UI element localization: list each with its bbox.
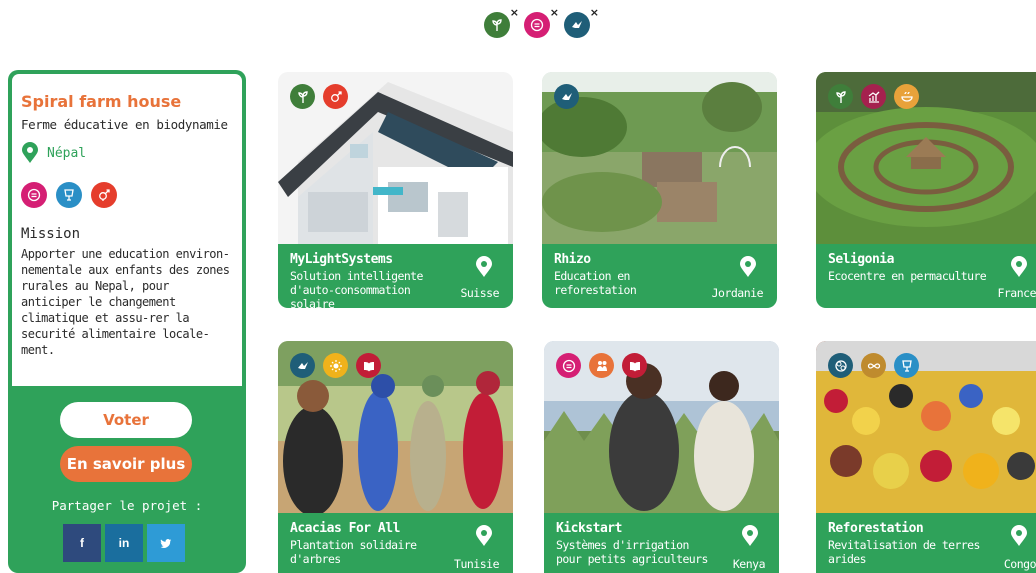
sun-icon [323, 353, 348, 378]
book-icon [622, 353, 647, 378]
twitter-bird-icon [160, 538, 172, 548]
project-card[interactable]: Reforestation Revitalisation de terres a… [816, 341, 1036, 573]
bowl-icon [894, 84, 919, 109]
project-info: Rhizo Education en reforestation Jordani… [542, 244, 777, 308]
sdg-filter-equality[interactable]: × [524, 6, 559, 38]
project-description: Revitalisation de terres arides [828, 538, 980, 566]
project-name: Seligonia [828, 252, 894, 267]
project-country: Congo [1003, 557, 1036, 571]
project-info: Acacias For All Plantation solidaire d'a… [278, 513, 513, 573]
infinity-icon [861, 353, 886, 378]
sdg-filter-growth[interactable]: × [484, 6, 519, 38]
bird-icon [554, 84, 579, 109]
project-detail-panel: Spiral farm house Ferme éducative en bio… [8, 70, 246, 573]
gender-icon [91, 182, 117, 208]
project-name: Acacias For All [290, 521, 400, 536]
project-country: Népal [47, 145, 87, 161]
location-pin-icon [22, 142, 38, 163]
learn-more-button[interactable]: En savoir plus [60, 446, 192, 482]
cup-icon [56, 182, 82, 208]
project-title: Spiral farm house [21, 92, 182, 111]
location-pin-icon [740, 256, 756, 277]
bird-icon [572, 21, 582, 28]
project-sdg-badges [554, 84, 579, 109]
project-sdg-badges [556, 353, 647, 378]
sprout-icon [828, 84, 853, 109]
project-description: Ecocentre en permaculture [828, 269, 987, 283]
project-description: Education en reforestation [554, 269, 637, 297]
remove-filter-icon[interactable]: × [550, 6, 559, 19]
share-buttons: f in [63, 524, 189, 562]
location-pin-icon [1011, 525, 1027, 546]
project-name: Kickstart [556, 521, 622, 536]
project-sdg-badges [828, 84, 919, 109]
location-pin-icon [476, 256, 492, 277]
sprout-icon [492, 19, 502, 31]
globe-icon [828, 353, 853, 378]
chart-icon [861, 84, 886, 109]
bird-icon [290, 353, 315, 378]
project-name: Rhizo [554, 252, 591, 267]
gender-icon [323, 84, 348, 109]
project-info: Seligonia Ecocentre en permaculture Fran… [816, 244, 1036, 308]
project-info: Kickstart Systèmes d'irrigation pour pet… [544, 513, 779, 573]
equal-icon [530, 18, 544, 32]
project-info: Reforestation Revitalisation de terres a… [816, 513, 1036, 573]
project-card[interactable]: MyLightSystems Solution intelligente d'a… [278, 72, 513, 308]
project-name: MyLightSystems [290, 252, 393, 267]
share-label: Partager le projet : [51, 498, 203, 513]
sprout-icon [290, 84, 315, 109]
equal-icon [21, 182, 47, 208]
active-filters: × × × [484, 6, 599, 38]
location-pin-icon [476, 525, 492, 546]
project-description: Solution intelligente d'auto-consommatio… [290, 269, 423, 308]
people-icon [589, 353, 614, 378]
linkedin-share-button[interactable]: in [105, 524, 143, 562]
cup-icon [894, 353, 919, 378]
project-sdg-badges [290, 84, 348, 109]
project-sdg-badges [828, 353, 919, 378]
project-card[interactable]: Rhizo Education en reforestation Jordani… [542, 72, 777, 308]
project-country: France [997, 286, 1036, 300]
project-country: Tunisie [454, 557, 499, 571]
project-description: Plantation solidaire d'arbres [290, 538, 417, 566]
project-detail-body: Spiral farm house Ferme éducative en bio… [12, 74, 242, 386]
project-country: Jordanie [711, 286, 764, 300]
remove-filter-icon[interactable]: × [590, 6, 599, 19]
project-info: MyLightSystems Solution intelligente d'a… [278, 244, 513, 308]
project-subtitle: Ferme éducative en biodynamie [21, 117, 228, 132]
project-card[interactable]: Seligonia Ecocentre en permaculture Fran… [816, 72, 1036, 308]
location-pin-icon [1011, 256, 1027, 277]
mission-text: Apporter une education environ-nementale… [21, 247, 230, 357]
facebook-share-button[interactable]: f [63, 524, 101, 562]
mission-heading: Mission [21, 226, 81, 242]
project-location: Népal [21, 142, 232, 164]
project-country: Kenya [732, 557, 766, 571]
location-pin-icon [742, 525, 758, 546]
book-icon [356, 353, 381, 378]
vote-button[interactable]: Voter [60, 402, 192, 438]
sdg-filter-life-on-land[interactable]: × [564, 6, 599, 38]
project-description: Systèmes d'irrigation pour petits agricu… [556, 538, 708, 566]
project-card[interactable]: Acacias For All Plantation solidaire d'a… [278, 341, 513, 573]
equal-icon [556, 353, 581, 378]
project-name: Reforestation [828, 521, 924, 536]
twitter-share-button[interactable] [147, 524, 185, 562]
project-card[interactable]: Kickstart Systèmes d'irrigation pour pet… [544, 341, 779, 573]
project-sdg-badges [21, 182, 232, 208]
remove-filter-icon[interactable]: × [510, 6, 519, 19]
project-country: Suisse [460, 286, 499, 300]
project-sdg-badges [290, 353, 381, 378]
